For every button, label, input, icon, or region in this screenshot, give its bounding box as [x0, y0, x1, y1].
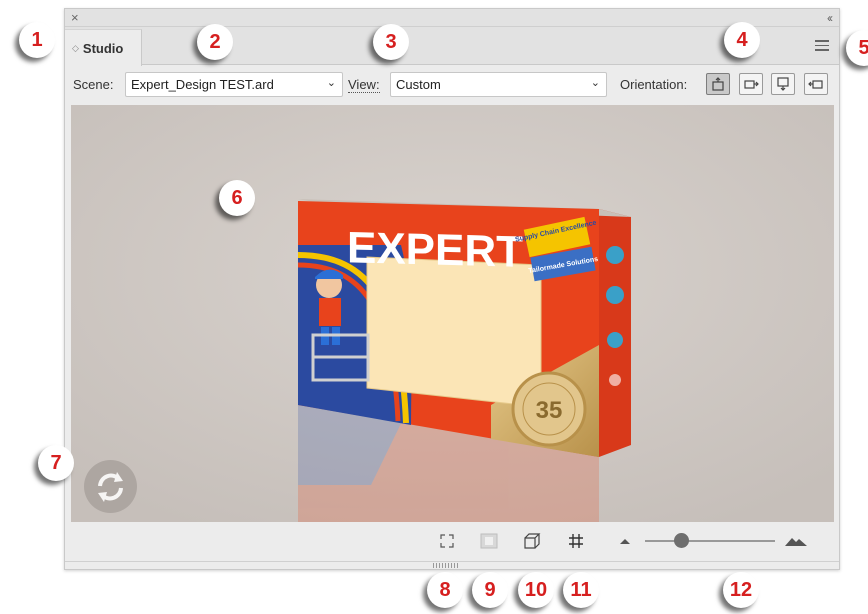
scene-select-value: Expert_Design TEST.ard: [131, 77, 274, 92]
callout-6: 6: [219, 180, 255, 216]
box-view-button[interactable]: [522, 532, 542, 550]
small-mountain-icon: [620, 539, 630, 544]
view-select-value: Custom: [396, 77, 441, 92]
zoom-slider-track: [645, 540, 775, 542]
close-icon[interactable]: ×: [71, 10, 79, 26]
box-view-icon: [524, 533, 541, 549]
callout-10: 10: [518, 572, 554, 608]
large-mountain-icon: [785, 538, 807, 546]
orientation-hanging-icon: [777, 77, 789, 91]
orientation-standing-button[interactable]: [706, 73, 730, 95]
box-brand-text: EXPERT: [347, 223, 523, 277]
tab-grip-icon: ◇: [72, 42, 79, 53]
seal-number: 35: [536, 397, 563, 424]
callout-1: 1: [19, 22, 55, 58]
studio-panel: × ‹‹ ◇ Studio Scene: Expert_Design TEST.…: [64, 8, 840, 570]
callout-3: 3: [373, 24, 409, 60]
scene-select[interactable]: Expert_Design TEST.ard ⌄: [125, 72, 343, 97]
zoom-out-button[interactable]: [615, 532, 635, 550]
scene-viewport[interactable]: EXPERT Supply Chain Excellence Tailormad…: [71, 105, 834, 522]
hamburger-menu-icon[interactable]: [815, 40, 829, 51]
zoom-in-button[interactable]: [783, 532, 809, 550]
callout-2: 2: [197, 24, 233, 60]
orientation-label: Orientation:: [620, 77, 688, 92]
background-button[interactable]: [479, 532, 499, 550]
tab-studio[interactable]: ◇ Studio: [65, 29, 142, 66]
fit-view-icon: [440, 534, 454, 548]
callout-7: 7: [38, 445, 74, 481]
reset-view-icon: [98, 472, 123, 502]
callout-9: 9: [472, 572, 508, 608]
orientation-side-icon: [808, 80, 823, 89]
zoom-slider[interactable]: [645, 533, 775, 549]
app-root: × ‹‹ ◇ Studio Scene: Expert_Design TEST.…: [0, 0, 868, 614]
orientation-lying-button[interactable]: [739, 73, 763, 95]
bottom-toolbar: [65, 523, 839, 559]
tab-row: ◇ Studio: [65, 27, 839, 66]
callout-12: 12: [723, 572, 759, 608]
fit-view-button[interactable]: [437, 532, 457, 550]
panel-title-strip: × ‹‹: [65, 9, 839, 27]
chevron-down-icon: ⌄: [590, 77, 600, 89]
view-label: View:: [348, 77, 380, 93]
scene-label: Scene:: [73, 77, 114, 92]
reset-view-button[interactable]: [84, 460, 137, 513]
callout-4: 4: [724, 22, 760, 58]
scene-toolbar: Scene: Expert_Design TEST.ard ⌄ View: Cu…: [65, 66, 839, 104]
orientation-lying-icon: [744, 80, 759, 89]
orientation-side-button[interactable]: [804, 73, 828, 95]
callout-11: 11: [563, 572, 599, 608]
callout-5: 5: [846, 30, 868, 66]
zoom-slider-thumb[interactable]: [674, 533, 689, 548]
package-3d-preview: EXPERT Supply Chain Excellence Tailormad…: [71, 105, 834, 522]
background-icon: [480, 533, 498, 549]
panel-resize-grip[interactable]: [65, 561, 839, 571]
box-window: [366, 256, 542, 408]
tab-studio-label: Studio: [82, 40, 124, 56]
grid-button[interactable]: [566, 532, 586, 550]
view-select[interactable]: Custom ⌄: [390, 72, 607, 97]
orientation-standing-icon: [712, 77, 724, 91]
grid-icon: [569, 534, 583, 548]
collapse-panel-icon[interactable]: ‹‹: [827, 10, 833, 26]
chevron-down-icon: ⌄: [326, 77, 336, 89]
callout-8: 8: [427, 572, 463, 608]
orientation-hanging-button[interactable]: [771, 73, 795, 95]
